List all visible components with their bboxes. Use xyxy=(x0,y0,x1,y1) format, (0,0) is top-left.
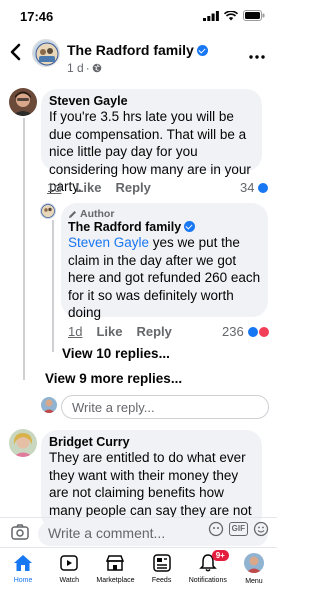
reaction-count[interactable]: 236 xyxy=(222,324,270,339)
tab-notifications[interactable]: 9+ Notifications xyxy=(185,548,231,600)
post-header: The Radford family 1 d · xyxy=(0,30,277,82)
camera-icon[interactable] xyxy=(11,524,29,540)
commenter-avatar-steven[interactable] xyxy=(9,88,37,116)
page-name[interactable]: The Radford family xyxy=(67,42,208,58)
reply-actions: 1d Like Reply xyxy=(68,324,172,339)
reply-author[interactable]: The Radford family xyxy=(68,220,261,234)
tab-label: Marketplace xyxy=(96,577,135,584)
author-badge-label: Author xyxy=(80,208,115,220)
like-reaction-icon xyxy=(257,181,270,194)
emoji-icon[interactable] xyxy=(253,521,269,537)
tab-home[interactable]: Home xyxy=(0,548,46,600)
comment-composer: Write a comment... GIF xyxy=(0,517,277,547)
love-reaction-icon xyxy=(257,325,270,338)
menu-avatar xyxy=(243,553,264,573)
view-replies-link[interactable]: View 10 replies... xyxy=(62,346,170,361)
comment-author[interactable]: Steven Gayle xyxy=(49,94,254,108)
status-icons xyxy=(203,10,265,21)
pencil-icon xyxy=(69,210,76,218)
status-time: 17:46 xyxy=(20,9,54,24)
comment-bubble[interactable]: Steven Gayle If you're 3.5 hrs late you … xyxy=(41,89,262,194)
status-bar: 17:46 xyxy=(0,0,277,30)
tab-marketplace[interactable]: Marketplace xyxy=(92,548,138,600)
comment-input-placeholder: Write a comment... xyxy=(48,525,166,541)
tab-label: Home xyxy=(13,577,33,584)
comment-author[interactable]: Bridget Curry xyxy=(49,435,254,449)
composer-icons: GIF xyxy=(208,521,269,537)
avatar-sticker-icon[interactable] xyxy=(208,521,224,537)
reply-button[interactable]: Reply xyxy=(115,180,150,195)
comment-time[interactable]: 1d xyxy=(47,180,61,195)
like-reaction-icon xyxy=(246,325,259,338)
author-badge: Author xyxy=(68,208,261,220)
mention-link[interactable]: Steven Gayle xyxy=(68,235,149,250)
wifi-icon xyxy=(224,10,238,20)
reaction-count-value: 34 xyxy=(240,180,255,195)
tab-label: Menu xyxy=(245,578,263,585)
bottom-tab-bar: Home Watch Marketplace Feeds 9+ Notifica… xyxy=(0,547,277,600)
gif-button[interactable]: GIF xyxy=(228,522,248,536)
tab-menu[interactable]: Menu xyxy=(231,548,277,600)
tab-label: Notifications xyxy=(188,577,227,584)
home-icon xyxy=(14,555,33,571)
notification-badge: 9+ xyxy=(211,550,229,561)
thread-line xyxy=(23,118,25,380)
battery-icon xyxy=(243,10,265,21)
tab-feeds[interactable]: Feeds xyxy=(139,548,185,600)
marketplace-icon xyxy=(106,555,125,571)
comment-bubble[interactable]: Bridget Curry They are entitled to do wh… xyxy=(41,430,262,535)
author-avatar[interactable] xyxy=(40,203,56,219)
page-avatar[interactable] xyxy=(32,39,60,67)
like-button[interactable]: Like xyxy=(75,180,101,195)
reaction-count[interactable]: 34 xyxy=(240,180,270,195)
reply-text: Steven Gayle yes we put the claim in the… xyxy=(68,234,261,322)
reply-button[interactable]: Reply xyxy=(136,324,171,339)
feeds-icon xyxy=(152,554,171,572)
reply-author-name[interactable]: The Radford family xyxy=(68,220,181,234)
view-more-replies-link[interactable]: View 9 more replies... xyxy=(45,371,182,386)
post-age: 1 d xyxy=(67,61,84,75)
more-options-icon[interactable] xyxy=(249,46,265,63)
page-name-text[interactable]: The Radford family xyxy=(67,42,194,58)
post-meta: 1 d · xyxy=(67,61,102,75)
thread-line-reply xyxy=(52,220,54,352)
meta-separator: · xyxy=(85,61,90,75)
my-avatar xyxy=(41,397,57,413)
comment-actions: 1d Like Reply xyxy=(47,180,151,195)
reply-input[interactable]: Write a reply... xyxy=(61,395,269,419)
reply-bubble[interactable]: Author The Radford family Steven Gayle y… xyxy=(61,203,268,320)
globe-icon xyxy=(92,63,101,73)
watch-icon xyxy=(60,555,78,571)
reaction-count-value: 236 xyxy=(222,324,244,339)
signal-icon xyxy=(203,10,219,21)
verified-badge-icon xyxy=(196,45,208,56)
back-arrow-icon[interactable] xyxy=(8,42,24,62)
tab-label: Feeds xyxy=(151,577,172,584)
tab-label: Watch xyxy=(59,577,80,584)
verified-badge-icon xyxy=(184,221,196,232)
tab-watch[interactable]: Watch xyxy=(46,548,92,600)
like-button[interactable]: Like xyxy=(96,324,122,339)
commenter-avatar-bridget[interactable] xyxy=(9,429,37,457)
reply-time[interactable]: 1d xyxy=(68,324,82,339)
